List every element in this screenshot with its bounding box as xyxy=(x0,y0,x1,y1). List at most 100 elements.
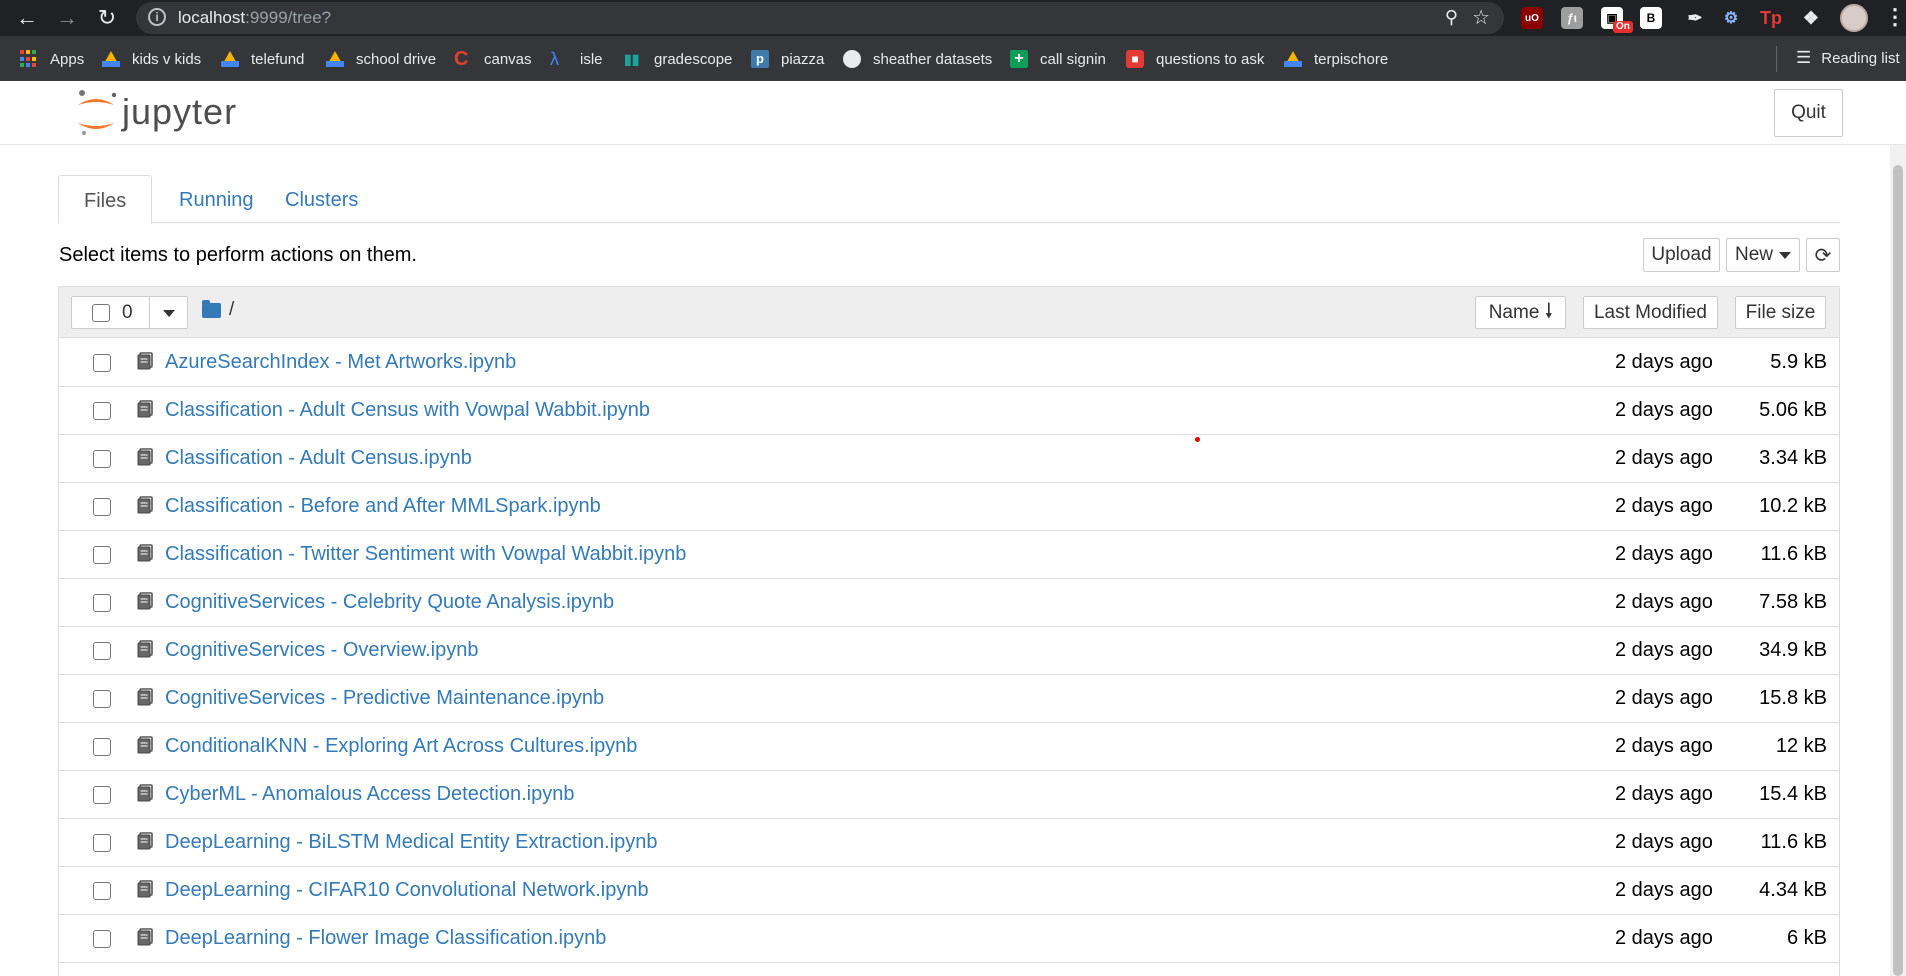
tab-files[interactable]: Files xyxy=(58,175,153,224)
screen-extension-icon[interactable]: ▣ On xyxy=(1601,7,1633,33)
bookmark-star-icon[interactable]: ☆ xyxy=(1472,5,1490,30)
book-extension-icon[interactable]: B xyxy=(1640,7,1662,29)
file-row[interactable]: CyberML - Anomalous Access Detection.ipy… xyxy=(59,771,1839,819)
file-last-modified: 2 days ago xyxy=(1615,495,1713,517)
file-checkbox[interactable] xyxy=(93,450,111,468)
file-row[interactable]: Classification - Adult Census with Vowpa… xyxy=(59,387,1839,435)
url-text[interactable]: localhost:9999/tree? xyxy=(178,8,331,28)
jupyter-wordmark[interactable]: jupyter xyxy=(122,91,237,133)
file-checkbox[interactable] xyxy=(93,546,111,564)
file-row[interactable]: CognitiveServices - Predictive Maintenan… xyxy=(59,675,1839,723)
font-extension-icon[interactable]: ƒι xyxy=(1561,7,1583,29)
puzzle-extensions-icon[interactable]: ❖ xyxy=(1800,7,1822,29)
file-row[interactable]: Classification - Before and After MMLSpa… xyxy=(59,483,1839,531)
google-drive-icon xyxy=(326,51,344,67)
file-checkbox[interactable] xyxy=(93,786,111,804)
zoom-icon[interactable]: ⚲ xyxy=(1445,7,1458,28)
sort-last-modified-button[interactable]: Last Modified xyxy=(1583,296,1718,329)
file-checkbox[interactable] xyxy=(93,690,111,708)
file-name-link[interactable]: Classification - Adult Census with Vowpa… xyxy=(165,399,650,422)
file-size: 11.6 kB xyxy=(1760,543,1827,565)
bookmark-gradescope[interactable]: ▮▮ gradescope xyxy=(624,48,732,70)
upload-button[interactable]: Upload xyxy=(1643,238,1720,272)
folder-icon[interactable] xyxy=(202,300,221,318)
bookmark-piazza[interactable]: p piazza xyxy=(751,48,824,70)
breadcrumb[interactable]: / xyxy=(229,299,234,321)
select-all-checkbox[interactable] xyxy=(92,304,110,322)
file-row[interactable]: Classification - Twitter Sentiment with … xyxy=(59,531,1839,579)
file-row[interactable]: ConditionalKNN - Exploring Art Across Cu… xyxy=(59,723,1839,771)
file-row[interactable]: Classification - Adult Census.ipynb 2 day… xyxy=(59,435,1839,483)
bookmark-call-signin[interactable]: + call signin xyxy=(1010,48,1106,70)
file-name-link[interactable]: CognitiveServices - Celebrity Quote Anal… xyxy=(165,591,614,614)
file-checkbox[interactable] xyxy=(93,402,111,420)
apps-grid-icon xyxy=(20,50,38,68)
file-name-link[interactable]: CognitiveServices - Predictive Maintenan… xyxy=(165,687,604,710)
file-checkbox[interactable] xyxy=(93,594,111,612)
bookmark-isle[interactable]: λ isle xyxy=(550,48,603,70)
ublock-extension-icon[interactable]: uO xyxy=(1521,7,1543,29)
reload-icon[interactable]: ↻ xyxy=(90,0,124,36)
file-checkbox[interactable] xyxy=(93,642,111,660)
bookmark-canvas[interactable]: C canvas xyxy=(454,48,532,70)
profile-avatar[interactable] xyxy=(1840,4,1868,32)
file-row[interactable]: DeepLearning - Flower Image Classificati… xyxy=(59,915,1839,963)
file-row[interactable]: AzureSearchIndex - Met Artworks.ipynb 2 d… xyxy=(59,339,1839,387)
reading-list-button[interactable]: ☰ Reading list xyxy=(1796,48,1900,68)
bookmark-kids-v-kids[interactable]: kids v kids xyxy=(102,48,201,70)
bookmark-questions-to-ask[interactable]: ■ questions to ask xyxy=(1126,48,1264,70)
file-row[interactable]: CognitiveServices - Overview.ipynb 2 days… xyxy=(59,627,1839,675)
file-name-link[interactable]: DeepLearning - CIFAR10 Convolutional Net… xyxy=(165,879,649,902)
refresh-button[interactable]: ⟳ xyxy=(1806,238,1840,272)
bookmark-telefund[interactable]: telefund xyxy=(221,48,304,70)
notebook-icon xyxy=(137,544,153,562)
file-row[interactable]: DeepLearning - BiLSTM Medical Entity Ext… xyxy=(59,819,1839,867)
bookmark-school-drive[interactable]: school drive xyxy=(326,48,436,70)
forward-arrow-icon[interactable]: → xyxy=(50,0,84,36)
translate-extension-icon[interactable]: ⚙ xyxy=(1720,7,1742,29)
file-checkbox[interactable] xyxy=(93,354,111,372)
bookmark-terpischore[interactable]: terpischore xyxy=(1284,48,1388,70)
file-checkbox[interactable] xyxy=(93,882,111,900)
scrollbar-thumb[interactable] xyxy=(1893,165,1903,976)
sort-file-size-button[interactable]: File size xyxy=(1735,296,1826,329)
notebook-icon xyxy=(137,592,153,610)
file-name-link[interactable]: DeepLearning - BiLSTM Medical Entity Ext… xyxy=(165,831,657,854)
tp-extension-icon[interactable]: Tp xyxy=(1760,7,1782,29)
piazza-icon: p xyxy=(751,50,769,68)
new-dropdown-button[interactable]: New xyxy=(1726,238,1800,272)
pen-extension-icon[interactable]: ✒ xyxy=(1684,7,1706,29)
file-name-link[interactable]: Classification - Adult Census.ipynb xyxy=(165,447,472,470)
file-name-link[interactable]: CyberML - Anomalous Access Detection.ipy… xyxy=(165,783,574,806)
file-name-link[interactable]: AzureSearchIndex - Met Artworks.ipynb xyxy=(165,351,516,374)
file-name-link[interactable]: ConditionalKNN - Exploring Art Across Cu… xyxy=(165,735,637,758)
sort-name-button[interactable]: Name 🠓 xyxy=(1475,296,1566,329)
select-all-dropdown[interactable]: 0 xyxy=(71,296,188,329)
select-divider xyxy=(149,297,150,328)
tab-bar: Files Running Clusters xyxy=(58,175,1840,224)
file-row[interactable]: DeepLearning - CIFAR10 Convolutional Net… xyxy=(59,867,1839,915)
file-name-link[interactable]: Classification - Twitter Sentiment with … xyxy=(165,543,686,566)
back-arrow-icon[interactable]: ← xyxy=(10,0,44,36)
file-checkbox[interactable] xyxy=(93,738,111,756)
file-name-link[interactable]: CognitiveServices - Overview.ipynb xyxy=(165,639,478,662)
file-checkbox[interactable] xyxy=(93,498,111,516)
bookmark-apps[interactable]: Apps xyxy=(20,48,84,70)
site-info-icon[interactable]: i xyxy=(148,8,166,26)
tab-clusters[interactable]: Clusters xyxy=(260,175,383,223)
file-checkbox[interactable] xyxy=(93,834,111,852)
file-checkbox[interactable] xyxy=(93,930,111,948)
page-scrollbar[interactable] xyxy=(1890,145,1906,976)
browser-menu-icon[interactable]: ⋮ xyxy=(1884,4,1906,30)
globe-icon xyxy=(843,50,861,68)
file-row[interactable]: CognitiveServices - Celebrity Quote Anal… xyxy=(59,579,1839,627)
bookmark-sheather-datasets[interactable]: sheather datasets xyxy=(843,48,992,70)
file-name-link[interactable]: Classification - Before and After MMLSpa… xyxy=(165,495,601,518)
quit-button[interactable]: Quit xyxy=(1774,89,1843,137)
caret-down-icon[interactable] xyxy=(163,310,175,317)
address-bar[interactable]: i localhost:9999/tree? ⚲ ☆ xyxy=(136,2,1504,34)
google-drive-icon xyxy=(102,51,120,67)
cursor-dot xyxy=(1195,437,1200,442)
file-name-link[interactable]: DeepLearning - Flower Image Classificati… xyxy=(165,927,606,950)
file-size: 34.9 kB xyxy=(1759,639,1827,661)
